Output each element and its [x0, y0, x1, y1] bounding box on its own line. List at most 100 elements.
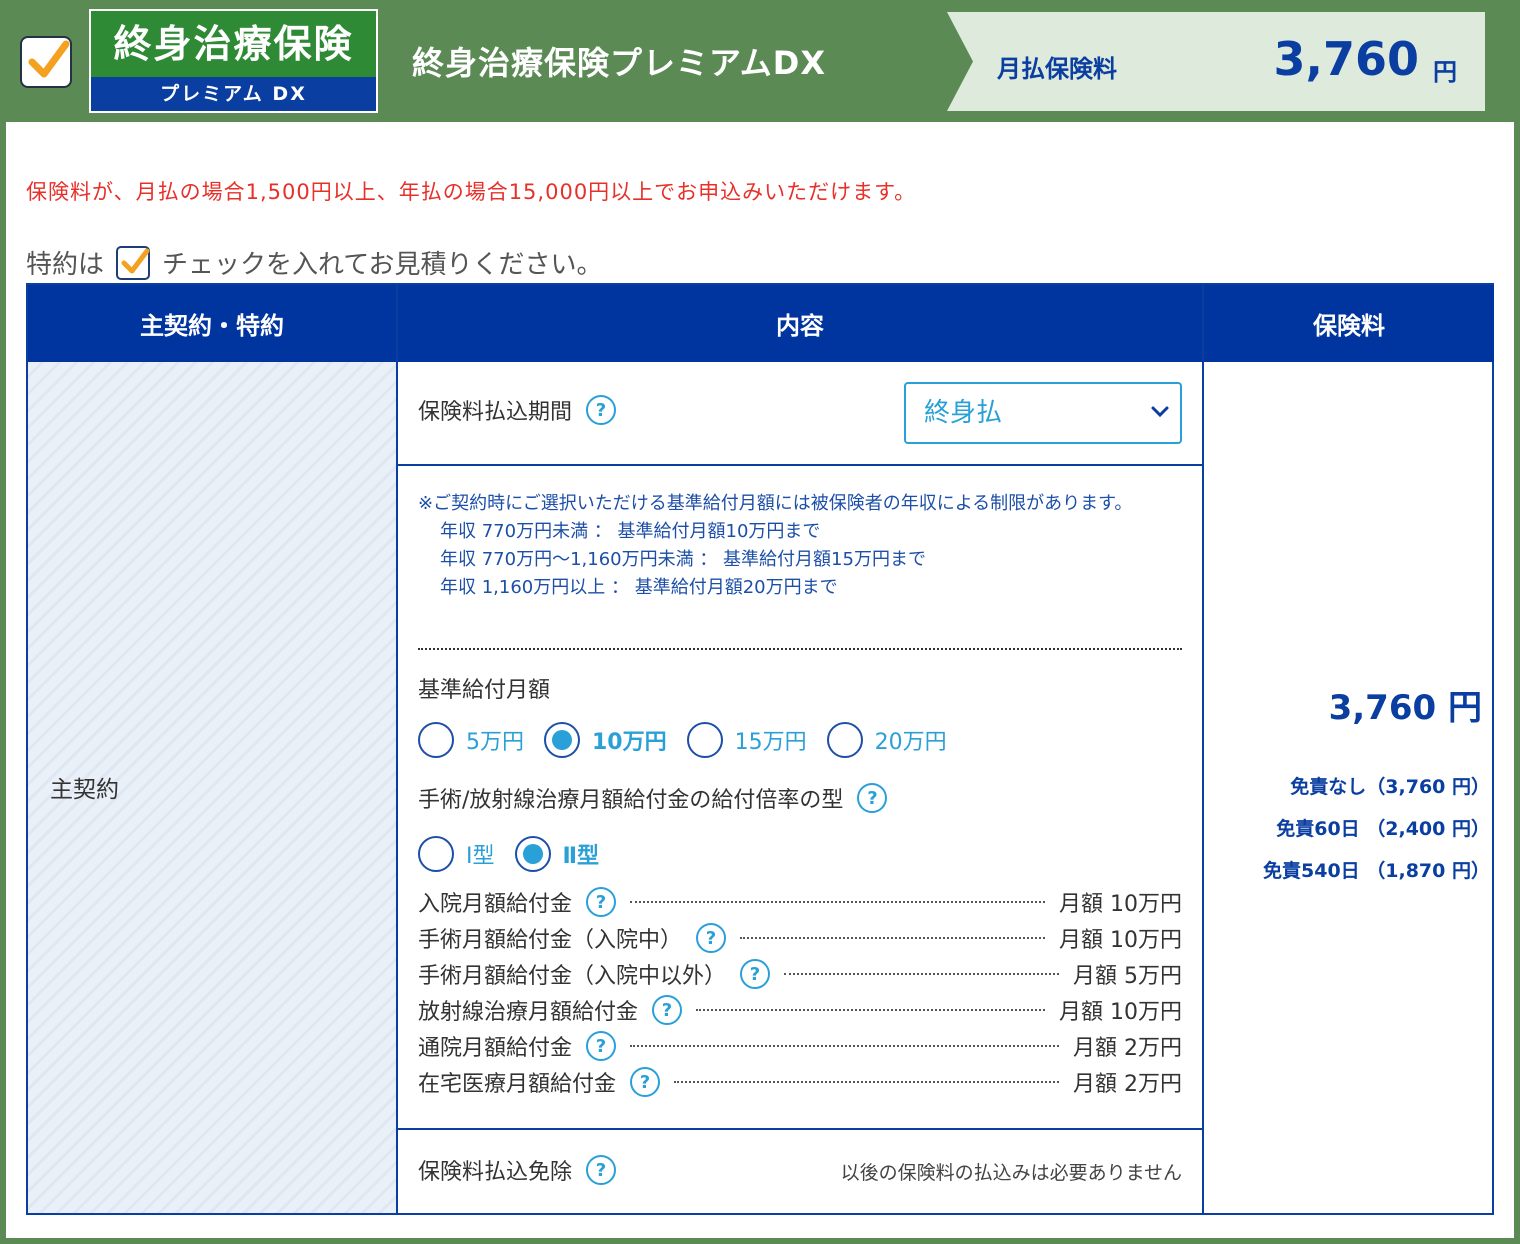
payment-period-label: 保険料払込期間: [418, 400, 573, 425]
benefit-label-wrap: 入院月額給付金?: [418, 886, 617, 918]
dotted-leader: [630, 1045, 1059, 1047]
help-icon[interactable]: ?: [740, 959, 771, 989]
benefit-label: 手術月額給付金（入院中以外）: [418, 964, 727, 989]
income-limit-info: ※ご契約時にご選択いただける基準給付月額には被保険者の年収による制限があります。…: [418, 490, 1178, 602]
header-premium: 保険料: [1204, 285, 1494, 362]
benefit-value: 月額 2万円: [1073, 1036, 1182, 1061]
deductible-none: 免責なし（3,760 円）: [1290, 776, 1490, 798]
premium-unit: 円: [1433, 58, 1457, 86]
help-icon[interactable]: ?: [586, 395, 617, 425]
deductible-60days: 免責60日 （2,400 円）: [1276, 818, 1490, 840]
radio-10man[interactable]: 10万円: [544, 722, 667, 758]
benefit-row: 放射線治療月額給付金? 月額 10万円: [418, 992, 1182, 1028]
info-line: 年収 770万円～1,160万円未満 ： 基準給付月額15万円まで: [440, 549, 926, 570]
benefit-label: 在宅医療月額給付金: [418, 1072, 617, 1097]
premium-waiver-row: 保険料払込免除 ? 以後の保険料の払込みは必要ありません: [398, 1128, 1202, 1216]
logo-subtitle: プレミアム DX: [91, 77, 376, 111]
monthly-premium-box: 月払保険料 3,760 円: [947, 12, 1485, 111]
help-icon[interactable]: ?: [586, 1155, 617, 1185]
radio-label: Ⅰ型: [466, 844, 495, 869]
rider-note-before: 特約は: [26, 250, 105, 280]
benefit-value: 月額 2万円: [1073, 1072, 1182, 1097]
benefit-value: 月額 10万円: [1059, 928, 1182, 953]
premium-notice: 保険料が、月払の場合1,500円以上、年払の場合15,000円以上でお申込みいた…: [26, 180, 917, 204]
premium-value: 3,760: [1273, 32, 1419, 86]
dotted-leader: [630, 901, 1045, 903]
payment-period-label-wrap: 保険料払込期間 ?: [418, 394, 617, 426]
benefit-row: 通院月額給付金? 月額 2万円: [418, 1028, 1182, 1064]
help-icon[interactable]: ?: [696, 923, 727, 953]
benefit-label: 入院月額給付金: [418, 892, 573, 917]
benefit-label-wrap: 在宅医療月額給付金?: [418, 1066, 661, 1098]
radio-label: 10万円: [592, 730, 667, 755]
benefit-label: 放射線治療月額給付金: [418, 1000, 639, 1025]
payment-period-select[interactable]: 終身払: [904, 382, 1182, 444]
waiver-label-wrap: 保険料払込免除 ?: [418, 1154, 617, 1186]
radio-circle[interactable]: [544, 722, 580, 758]
base-amount-label: 基準給付月額: [418, 678, 551, 703]
base-amount-radio-group: 5万円 10万円 15万円 20万円: [418, 722, 967, 758]
multiplier-label-wrap: 手術/放射線治療月額給付金の給付倍率の型 ?: [418, 782, 888, 814]
rider-note: 特約は チェックを入れてお見積りください。: [26, 244, 602, 281]
dotted-leader: [696, 1009, 1045, 1011]
benefit-value: 月額 10万円: [1059, 892, 1182, 917]
benefit-label: 手術月額給付金（入院中）: [418, 928, 683, 953]
main-content: 保険料が、月払の場合1,500円以上、年払の場合15,000円以上でお申込みいた…: [6, 122, 1514, 1238]
benefit-value: 月額 10万円: [1059, 1000, 1182, 1025]
rider-note-after: チェックを入れてお見積りください。: [162, 250, 603, 280]
checkbox-checked-icon: [116, 245, 151, 280]
help-icon[interactable]: ?: [586, 887, 617, 917]
main-contract-label: 主契約: [50, 777, 119, 803]
deductible-540days: 免責540日 （1,870 円）: [1263, 860, 1490, 882]
radio-circle[interactable]: [418, 836, 454, 872]
product-title: 終身治療保険プレミアムDX: [412, 44, 826, 82]
help-icon[interactable]: ?: [630, 1067, 661, 1097]
header-content: 内容: [398, 285, 1202, 362]
header-contract: 主契約・特約: [28, 285, 396, 362]
radio-circle[interactable]: [826, 722, 863, 758]
divider: [418, 648, 1182, 650]
radio-label: Ⅱ型: [562, 844, 600, 869]
info-line: 年収 770万円未満 ： 基準給付月額10万円まで: [440, 521, 821, 542]
radio-5man[interactable]: 5万円: [418, 722, 524, 758]
contract-column: 主契約: [28, 362, 396, 1213]
quote-table: 主契約・特約 内容 保険料 主契約 保険料払込期間 ? 終身払 ※ご契約時にご選…: [26, 283, 1494, 1215]
chevron-down-icon: [1150, 384, 1170, 464]
benefit-label-wrap: 手術月額給付金（入院中以外）?: [418, 958, 771, 990]
radio-20man[interactable]: 20万円: [826, 722, 947, 758]
benefit-settings-row: ※ご契約時にご選択いただける基準給付月額には被保険者の年収による制限があります。…: [398, 468, 1202, 1128]
radio-label: 5万円: [466, 730, 524, 755]
help-icon[interactable]: ?: [652, 995, 683, 1025]
multiplier-label: 手術/放射線治療月額給付金の給付倍率の型: [418, 788, 844, 813]
waiver-label: 保険料払込免除: [418, 1160, 573, 1185]
radio-15man[interactable]: 15万円: [686, 722, 807, 758]
info-line: ※ご契約時にご選択いただける基準給付月額には被保険者の年収による制限があります。: [418, 493, 1133, 514]
header: 終身治療保険 プレミアム DX 終身治療保険プレミアムDX 月払保険料 3,76…: [0, 0, 1520, 122]
benefit-row: 手術月額給付金（入院中）? 月額 10万円: [418, 920, 1182, 956]
benefit-list: 入院月額給付金? 月額 10万円 手術月額給付金（入院中）? 月額 10万円 手術月…: [418, 884, 1182, 1100]
radio-circle[interactable]: [514, 836, 551, 872]
radio-circle[interactable]: [418, 722, 454, 758]
premium-column: 3,760 円 免責なし（3,760 円） 免責60日 （2,400 円） 免責…: [1204, 362, 1494, 1213]
checkbox-checked-icon: [20, 36, 72, 88]
benefit-value: 月額 5万円: [1073, 964, 1182, 989]
dotted-leader: [740, 937, 1045, 939]
main-premium-value: 3,760 円: [1328, 688, 1482, 728]
multiplier-radio-group: Ⅰ型 Ⅱ型: [418, 836, 619, 872]
benefit-label-wrap: 通院月額給付金?: [418, 1030, 617, 1062]
help-icon[interactable]: ?: [857, 783, 888, 813]
payment-period-value: 終身払: [924, 398, 1003, 428]
radio-label: 20万円: [874, 730, 947, 755]
benefit-label-wrap: 手術月額給付金（入院中）?: [418, 922, 727, 954]
radio-type-1[interactable]: Ⅰ型: [418, 836, 495, 872]
help-icon[interactable]: ?: [586, 1031, 617, 1061]
product-logo: 終身治療保険 プレミアム DX: [89, 9, 378, 113]
info-line: 年収 1,160万円以上 ： 基準給付月額20万円まで: [440, 577, 838, 598]
waiver-text: 以後の保険料の払込みは必要ありません: [840, 1162, 1182, 1184]
radio-type-2[interactable]: Ⅱ型: [514, 836, 600, 872]
radio-circle[interactable]: [686, 722, 723, 758]
payment-period-row: 保険料払込期間 ? 終身払: [398, 362, 1202, 466]
dotted-leader: [784, 973, 1059, 975]
benefit-row: 入院月額給付金? 月額 10万円: [418, 884, 1182, 920]
logo-title: 終身治療保険: [91, 11, 376, 77]
